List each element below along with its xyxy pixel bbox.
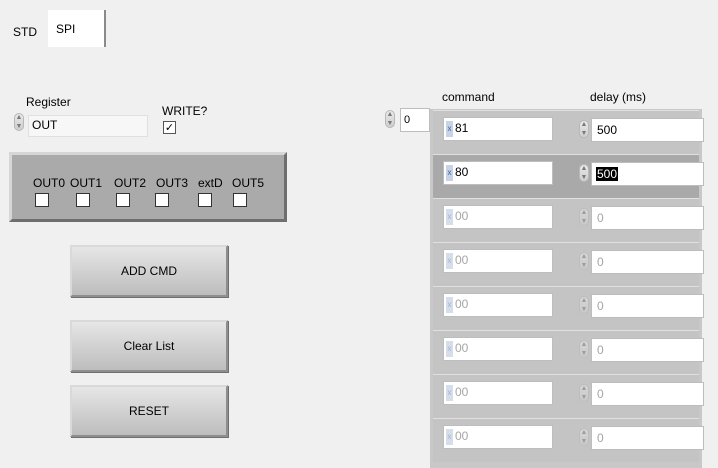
array-index-field[interactable]: 0 bbox=[400, 108, 430, 132]
hex-radix-icon: x bbox=[446, 429, 453, 445]
command-field[interactable]: x 00 bbox=[443, 337, 553, 361]
hex-radix-icon: x bbox=[446, 165, 453, 181]
command-field[interactable]: x 80 bbox=[443, 161, 553, 185]
command-field[interactable]: x 00 bbox=[443, 293, 553, 317]
write-label: WRITE? bbox=[162, 104, 208, 118]
delay-value: 0 bbox=[597, 299, 604, 313]
hex-radix-icon: x bbox=[446, 209, 453, 225]
delay-field[interactable]: 0 bbox=[591, 382, 704, 406]
command-field[interactable]: x 81 bbox=[443, 117, 553, 141]
clear-list-button[interactable]: Clear List bbox=[70, 320, 228, 372]
add-cmd-button[interactable]: ADD CMD bbox=[70, 245, 228, 297]
delay-field[interactable]: 0 bbox=[591, 426, 704, 450]
output-bit-label: OUT3 bbox=[156, 176, 189, 190]
delay-value: 0 bbox=[597, 387, 604, 401]
delay-field[interactable]: 500 bbox=[591, 162, 704, 186]
command-value: 00 bbox=[455, 209, 469, 223]
tab-strip bbox=[0, 0, 718, 47]
delay-spinner-icon[interactable]: ▲ ▼ bbox=[578, 252, 590, 270]
command-column-header: command bbox=[442, 90, 495, 104]
output-bit-checkbox-icon[interactable] bbox=[155, 193, 169, 207]
register-spinner-icon[interactable]: ▲ ▼ bbox=[13, 113, 25, 131]
output-bit-checkbox-icon[interactable] bbox=[198, 193, 212, 207]
output-bit-checkbox-icon[interactable] bbox=[233, 193, 247, 207]
command-value: 00 bbox=[455, 253, 469, 267]
output-bit-label: OUT1 bbox=[70, 176, 103, 190]
command-value: 00 bbox=[455, 429, 469, 443]
output-bit-checkbox-icon[interactable] bbox=[35, 193, 49, 207]
reset-button[interactable]: RESET bbox=[70, 385, 228, 437]
delay-value: 0 bbox=[597, 431, 604, 445]
delay-value: 0 bbox=[597, 211, 604, 225]
delay-spinner-icon[interactable]: ▲ ▼ bbox=[578, 428, 590, 446]
delay-value: 500 bbox=[596, 167, 619, 181]
command-field[interactable]: x 00 bbox=[443, 425, 553, 449]
register-field[interactable]: OUT bbox=[28, 115, 148, 137]
hex-radix-icon: x bbox=[446, 121, 453, 137]
command-value: 81 bbox=[455, 121, 469, 135]
command-value: 00 bbox=[455, 385, 469, 399]
array-index-value: 0 bbox=[404, 114, 411, 126]
delay-value: 500 bbox=[597, 123, 618, 137]
delay-field[interactable]: 0 bbox=[591, 206, 704, 230]
output-bit-checkbox-icon[interactable] bbox=[116, 193, 130, 207]
delay-spinner-icon[interactable]: ▲ ▼ bbox=[578, 384, 590, 402]
delay-spinner-icon[interactable]: ▲ ▼ bbox=[578, 208, 590, 226]
tab-std[interactable]: STD bbox=[8, 18, 42, 46]
output-bit-checkbox-icon[interactable] bbox=[76, 193, 90, 207]
command-field[interactable]: x 00 bbox=[443, 205, 553, 229]
output-bit-label: OUT0 bbox=[33, 176, 66, 190]
delay-spinner-icon[interactable]: ▲ ▼ bbox=[578, 340, 590, 358]
output-bit-label: OUT5 bbox=[232, 176, 265, 190]
hex-radix-icon: x bbox=[446, 253, 453, 269]
output-bit-label: extD bbox=[198, 176, 223, 190]
delay-field[interactable]: 0 bbox=[591, 294, 704, 318]
command-field[interactable]: x 00 bbox=[443, 381, 553, 405]
delay-field[interactable]: 500 bbox=[591, 118, 704, 142]
tab-spi[interactable]: SPI bbox=[48, 10, 106, 47]
hex-radix-icon: x bbox=[446, 385, 453, 401]
output-bit-label: OUT2 bbox=[114, 176, 147, 190]
command-value: 00 bbox=[455, 341, 469, 355]
hex-radix-icon: x bbox=[446, 341, 453, 357]
array-index-spinner-icon[interactable]: ▲ ▼ bbox=[384, 110, 396, 128]
delay-field[interactable]: 0 bbox=[591, 338, 704, 362]
write-checkbox-icon[interactable]: ✓ bbox=[163, 121, 176, 134]
delay-spinner-icon[interactable]: ▲ ▼ bbox=[578, 120, 590, 138]
delay-spinner-icon[interactable]: ▲ ▼ bbox=[578, 296, 590, 314]
command-field[interactable]: x 00 bbox=[443, 249, 553, 273]
delay-column-header: delay (ms) bbox=[590, 90, 647, 104]
command-value: 80 bbox=[455, 165, 469, 179]
register-value: OUT bbox=[32, 118, 58, 132]
hex-radix-icon: x bbox=[446, 297, 453, 313]
command-value: 00 bbox=[455, 297, 469, 311]
delay-value: 0 bbox=[597, 255, 604, 269]
delay-value: 0 bbox=[597, 343, 604, 357]
register-label: Register bbox=[26, 95, 71, 109]
delay-field[interactable]: 0 bbox=[591, 250, 704, 274]
delay-spinner-icon[interactable]: ▲ ▼ bbox=[578, 164, 590, 182]
